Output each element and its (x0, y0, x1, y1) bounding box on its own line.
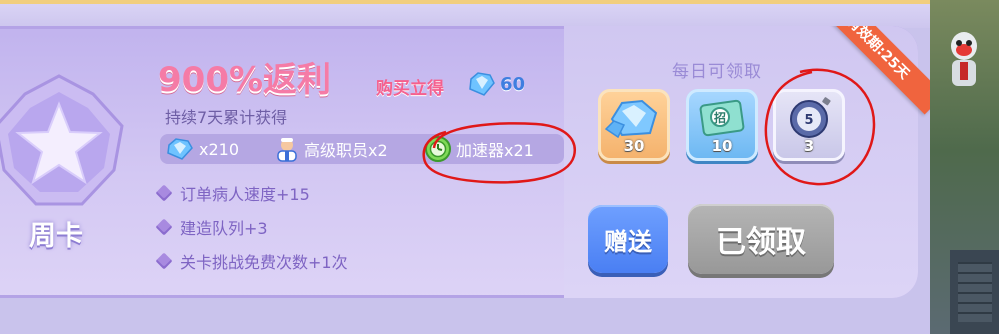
perk-item: 订单病人速度+15 (155, 181, 310, 205)
bullet-icon (155, 218, 173, 236)
rebate-headline: 900%返利 (158, 60, 332, 100)
svg-text:5: 5 (804, 113, 813, 128)
reward-staff: 高级职员x2 (274, 135, 388, 163)
reward-label: x210 (199, 139, 240, 159)
accelerator-icon (425, 136, 451, 162)
perk-item: 建造队列+3 (155, 215, 268, 239)
accumulated-subtitle: 持续7天累计获得 (165, 108, 288, 127)
perk-item: 关卡挑战免费次数+1次 (155, 249, 348, 273)
buy-instant-label: 购买立得 (376, 79, 444, 99)
diamond-icon (469, 72, 495, 96)
character-icon (951, 32, 977, 86)
daily-count: 30 (623, 137, 645, 155)
daily-count: 3 (803, 137, 815, 155)
reward-diamonds: x210 (165, 135, 239, 163)
reward-label: 高级职员x2 (304, 141, 388, 160)
diamond-icon (167, 138, 193, 160)
perk-label: 订单病人速度+15 (180, 185, 310, 204)
perk-label: 关卡挑战免费次数+1次 (180, 253, 348, 272)
buy-instant-amount: 60 (500, 74, 526, 95)
gift-button[interactable]: 赠送 (588, 205, 668, 273)
reward-accelerator: 加速器x21 (424, 135, 534, 163)
daily-item-diamonds[interactable]: 30 (598, 89, 670, 161)
svg-text:招: 招 (714, 110, 726, 125)
top-band (0, 4, 940, 28)
bullet-icon (155, 252, 173, 270)
claimed-button[interactable]: 已领取 (688, 204, 834, 274)
building-window (958, 262, 992, 322)
bullet-icon (155, 184, 173, 202)
staff-icon (277, 138, 297, 162)
perk-label: 建造队列+3 (180, 219, 268, 238)
daily-item-accelerator[interactable]: 5 3 (773, 89, 845, 161)
daily-count: 10 (711, 137, 733, 155)
daily-item-recruit[interactable]: 招 10 (686, 89, 758, 161)
game-background (930, 0, 999, 334)
star-badge-icon (0, 74, 124, 206)
card-title: 周卡 (29, 221, 83, 252)
daily-title: 每日可领取 (672, 62, 762, 82)
reward-label: 加速器x21 (456, 141, 534, 160)
